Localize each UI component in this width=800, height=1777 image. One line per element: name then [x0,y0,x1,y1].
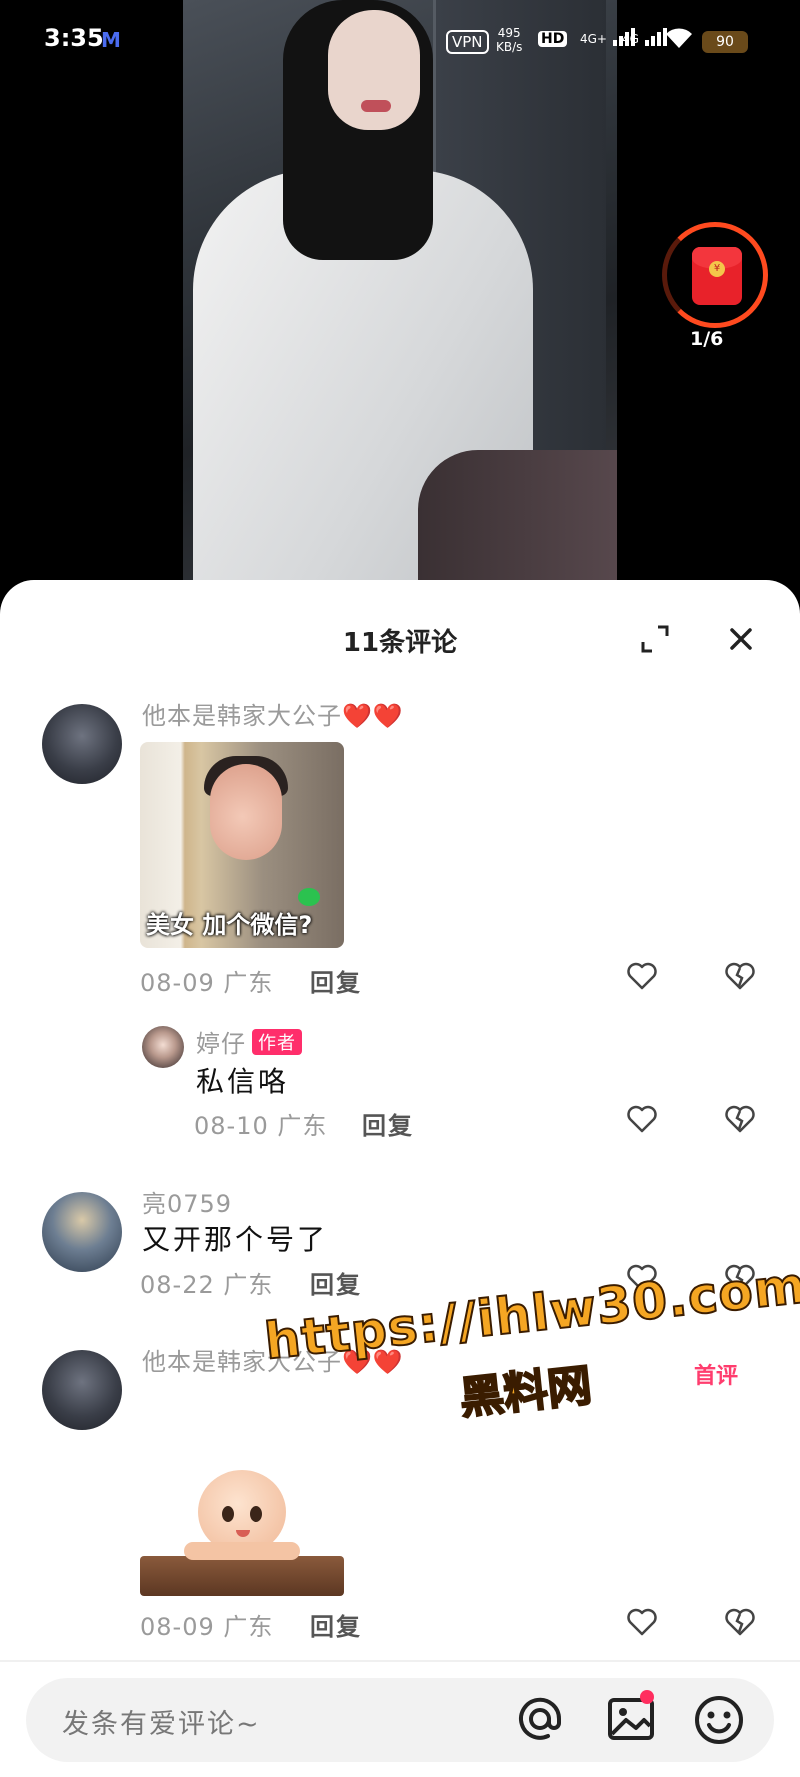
comment-date: 08-09 [140,1613,215,1641]
avatar[interactable] [42,1192,122,1272]
username-text: 他本是韩家大公子 [142,702,342,730]
wechat-icon [298,888,320,906]
comment-location: 广东 [223,1271,274,1299]
reply-location: 广东 [277,1112,328,1140]
comment-input-bar[interactable]: 发条有爱评论~ [26,1678,774,1762]
comment-image-sticker[interactable]: 美女 加个微信? [140,742,344,948]
reply-username[interactable]: 婷仔 作者 [196,1024,302,1059]
status-bar: 3:35 M VPN 495 KB/s HD 4G+ 4G 90 [0,0,800,80]
like-heart-icon[interactable] [626,1606,658,1638]
username-text: 婷仔 [196,1030,246,1058]
monk-eye [250,1506,262,1522]
comment-monk-sticker[interactable] [140,1470,344,1598]
red-envelope-coin: ¥ [709,261,725,277]
hd-icon: HD [538,31,568,47]
signal-icon-2: 4G [622,28,669,46]
reply-button[interactable]: 回复 [310,1607,362,1642]
sticker-face [210,764,282,860]
avatar[interactable] [142,1026,184,1068]
vpn-icon: VPN [446,30,489,54]
red-packet-counter: 1/6 [690,328,724,350]
status-time: 3:35 [44,24,104,52]
net-speed: 495 KB/s [496,26,522,54]
comment-date: 08-09 [140,969,215,997]
comments-sheet: 11条评论 [0,580,800,1777]
monk-board [140,1556,344,1596]
app-m-icon: M [101,28,121,52]
comment-text[interactable]: 又开那个号了 [142,1218,328,1258]
watermark-site: 黑料网 [456,1359,595,1426]
monk-mouth [236,1530,250,1537]
sticker-caption: 美女 加个微信? [146,911,313,939]
avatar[interactable] [42,1350,122,1430]
signal-2-label: 4G [622,32,639,46]
monk-eye [222,1506,234,1522]
comment-location: 广东 [223,969,274,997]
comment-username[interactable]: 他本是韩家大公子❤️❤️ [142,696,404,731]
comment-username[interactable]: 亮0759 [142,1184,232,1219]
reply-button[interactable]: 回复 [310,1265,362,1300]
emoji-icon[interactable] [692,1693,746,1747]
comment-meta: 08-22 广东 [140,1265,273,1300]
like-heart-icon[interactable] [626,1103,658,1135]
monk-hands [184,1542,300,1560]
wifi-icon [664,26,694,56]
battery-icon: 90 [702,31,748,53]
video-person-lips [361,100,391,112]
red-envelope-icon: ¥ [692,247,742,305]
first-comment-badge: 首评 [694,1364,739,1389]
image-notification-dot [640,1690,654,1704]
heart-emoji-icon: ❤️❤️ [342,702,404,730]
comment-meta: 08-09 广东 [140,963,273,998]
comment-meta: 08-09 广东 [140,1607,273,1642]
close-icon[interactable] [724,622,758,656]
bottom-divider [0,1660,800,1662]
at-mention-icon[interactable] [514,1693,566,1745]
dislike-heart-icon[interactable] [724,960,756,992]
comment-location: 广东 [223,1613,274,1641]
like-heart-icon[interactable] [626,960,658,992]
reply-meta: 08-10 广东 [194,1106,327,1141]
author-badge: 作者 [252,1029,302,1055]
reply-button[interactable]: 回复 [310,963,362,998]
reply-text[interactable]: 私信咯 [196,1060,289,1100]
dislike-heart-icon[interactable] [724,1606,756,1638]
reply-button[interactable]: 回复 [362,1106,414,1141]
video-frame [183,0,617,600]
video-person-leg [418,450,617,600]
reply-date: 08-10 [194,1112,269,1140]
red-packet-button[interactable]: ¥ [662,222,768,328]
expand-icon[interactable] [640,624,670,654]
net-speed-value: 495 [497,26,521,40]
comments-title: 11条评论 [342,628,458,658]
net-speed-unit: KB/s [496,40,523,54]
avatar[interactable] [42,704,122,784]
dislike-heart-icon[interactable] [724,1103,756,1135]
signal-1-label: 4G+ [580,32,607,46]
comment-date: 08-22 [140,1271,215,1299]
comment-input-placeholder[interactable]: 发条有爱评论~ [62,1702,261,1741]
